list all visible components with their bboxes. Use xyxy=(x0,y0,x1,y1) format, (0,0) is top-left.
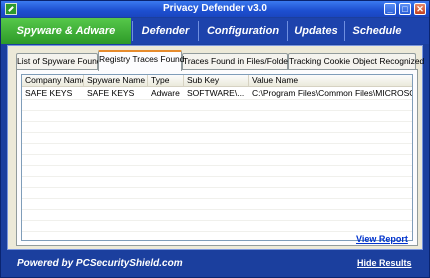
tab-tracking-cookies[interactable]: Tracking Cookie Object Recognized xyxy=(288,53,424,70)
tab-panel: Company Name Spyware Name Type Sub Key V… xyxy=(16,69,418,246)
grid-line xyxy=(22,209,412,210)
table-row[interactable]: SAFE KEYS SAFE KEYS Adware SOFTWARE\... … xyxy=(22,88,412,99)
maximize-button[interactable]: □ xyxy=(399,3,411,15)
grid-line xyxy=(22,187,412,188)
nav-defender[interactable]: Defender xyxy=(133,18,198,44)
nav-updates[interactable]: Updates xyxy=(288,18,344,44)
minimize-button[interactable]: _ xyxy=(384,3,396,15)
column-header-type[interactable]: Type xyxy=(148,75,184,87)
column-header-value-name[interactable]: Value Name xyxy=(249,75,412,87)
vendor-site-link[interactable]: PCSecurityShield.com xyxy=(76,258,183,269)
cell-sub-key: SOFTWARE\... xyxy=(187,88,245,98)
column-header-sub-key[interactable]: Sub Key xyxy=(184,75,249,87)
window-title: Privacy Defender v3.0 xyxy=(163,3,267,14)
grid-line xyxy=(22,132,412,133)
grid-line xyxy=(22,165,412,166)
cell-spyware-name: SAFE KEYS xyxy=(87,88,135,98)
powered-by-text: Powered by PCSecurityShield.com xyxy=(17,258,183,269)
tab-registry-traces[interactable]: Registry Traces Found xyxy=(98,50,185,71)
grid-line xyxy=(22,99,412,100)
grid-line xyxy=(22,176,412,177)
column-header-spyware-name[interactable]: Spyware Name xyxy=(84,75,148,87)
cell-company: SAFE KEYS xyxy=(25,88,73,98)
grid-line xyxy=(22,220,412,221)
tab-list-of-spyware[interactable]: List of Spyware Found xyxy=(16,53,102,70)
registry-traces-list[interactable]: Company Name Spyware Name Type Sub Key V… xyxy=(21,74,413,241)
cell-type: Adware xyxy=(151,88,180,98)
hide-results-link[interactable]: Hide Results xyxy=(357,258,412,268)
nav-configuration[interactable]: Configuration xyxy=(199,18,287,44)
grid-line xyxy=(22,121,412,122)
nav-spyware-adware[interactable]: Spyware & Adware xyxy=(1,18,131,44)
column-header-company[interactable]: Company Name xyxy=(22,75,84,87)
main-nav: Spyware & Adware Defender Configuration … xyxy=(1,18,429,44)
tab-files-folders[interactable]: Traces Found in Files/Folders xyxy=(182,53,295,70)
close-button[interactable]: ✕ xyxy=(414,3,426,15)
powered-by-label: Powered by xyxy=(17,258,74,269)
grid-line xyxy=(22,110,412,111)
app-window: Privacy Defender v3.0 _ □ ✕ Spyware & Ad… xyxy=(0,0,430,278)
view-report-link[interactable]: View Report xyxy=(356,234,408,244)
grid-line xyxy=(22,231,412,232)
grid-line xyxy=(22,143,412,144)
cell-value-name: C:\Program Files\Common Files\MICROSOFT … xyxy=(252,88,412,98)
footer: Powered by PCSecurityShield.com Hide Res… xyxy=(1,253,429,277)
title-bar[interactable]: Privacy Defender v3.0 _ □ ✕ xyxy=(1,1,429,17)
grid-line xyxy=(22,198,412,199)
results-tabs: List of Spyware Found Registry Traces Fo… xyxy=(16,50,424,71)
grid-line xyxy=(22,154,412,155)
content-area: List of Spyware Found Registry Traces Fo… xyxy=(7,45,424,250)
list-header: Company Name Spyware Name Type Sub Key V… xyxy=(22,75,412,87)
nav-schedule[interactable]: Schedule xyxy=(345,18,409,44)
